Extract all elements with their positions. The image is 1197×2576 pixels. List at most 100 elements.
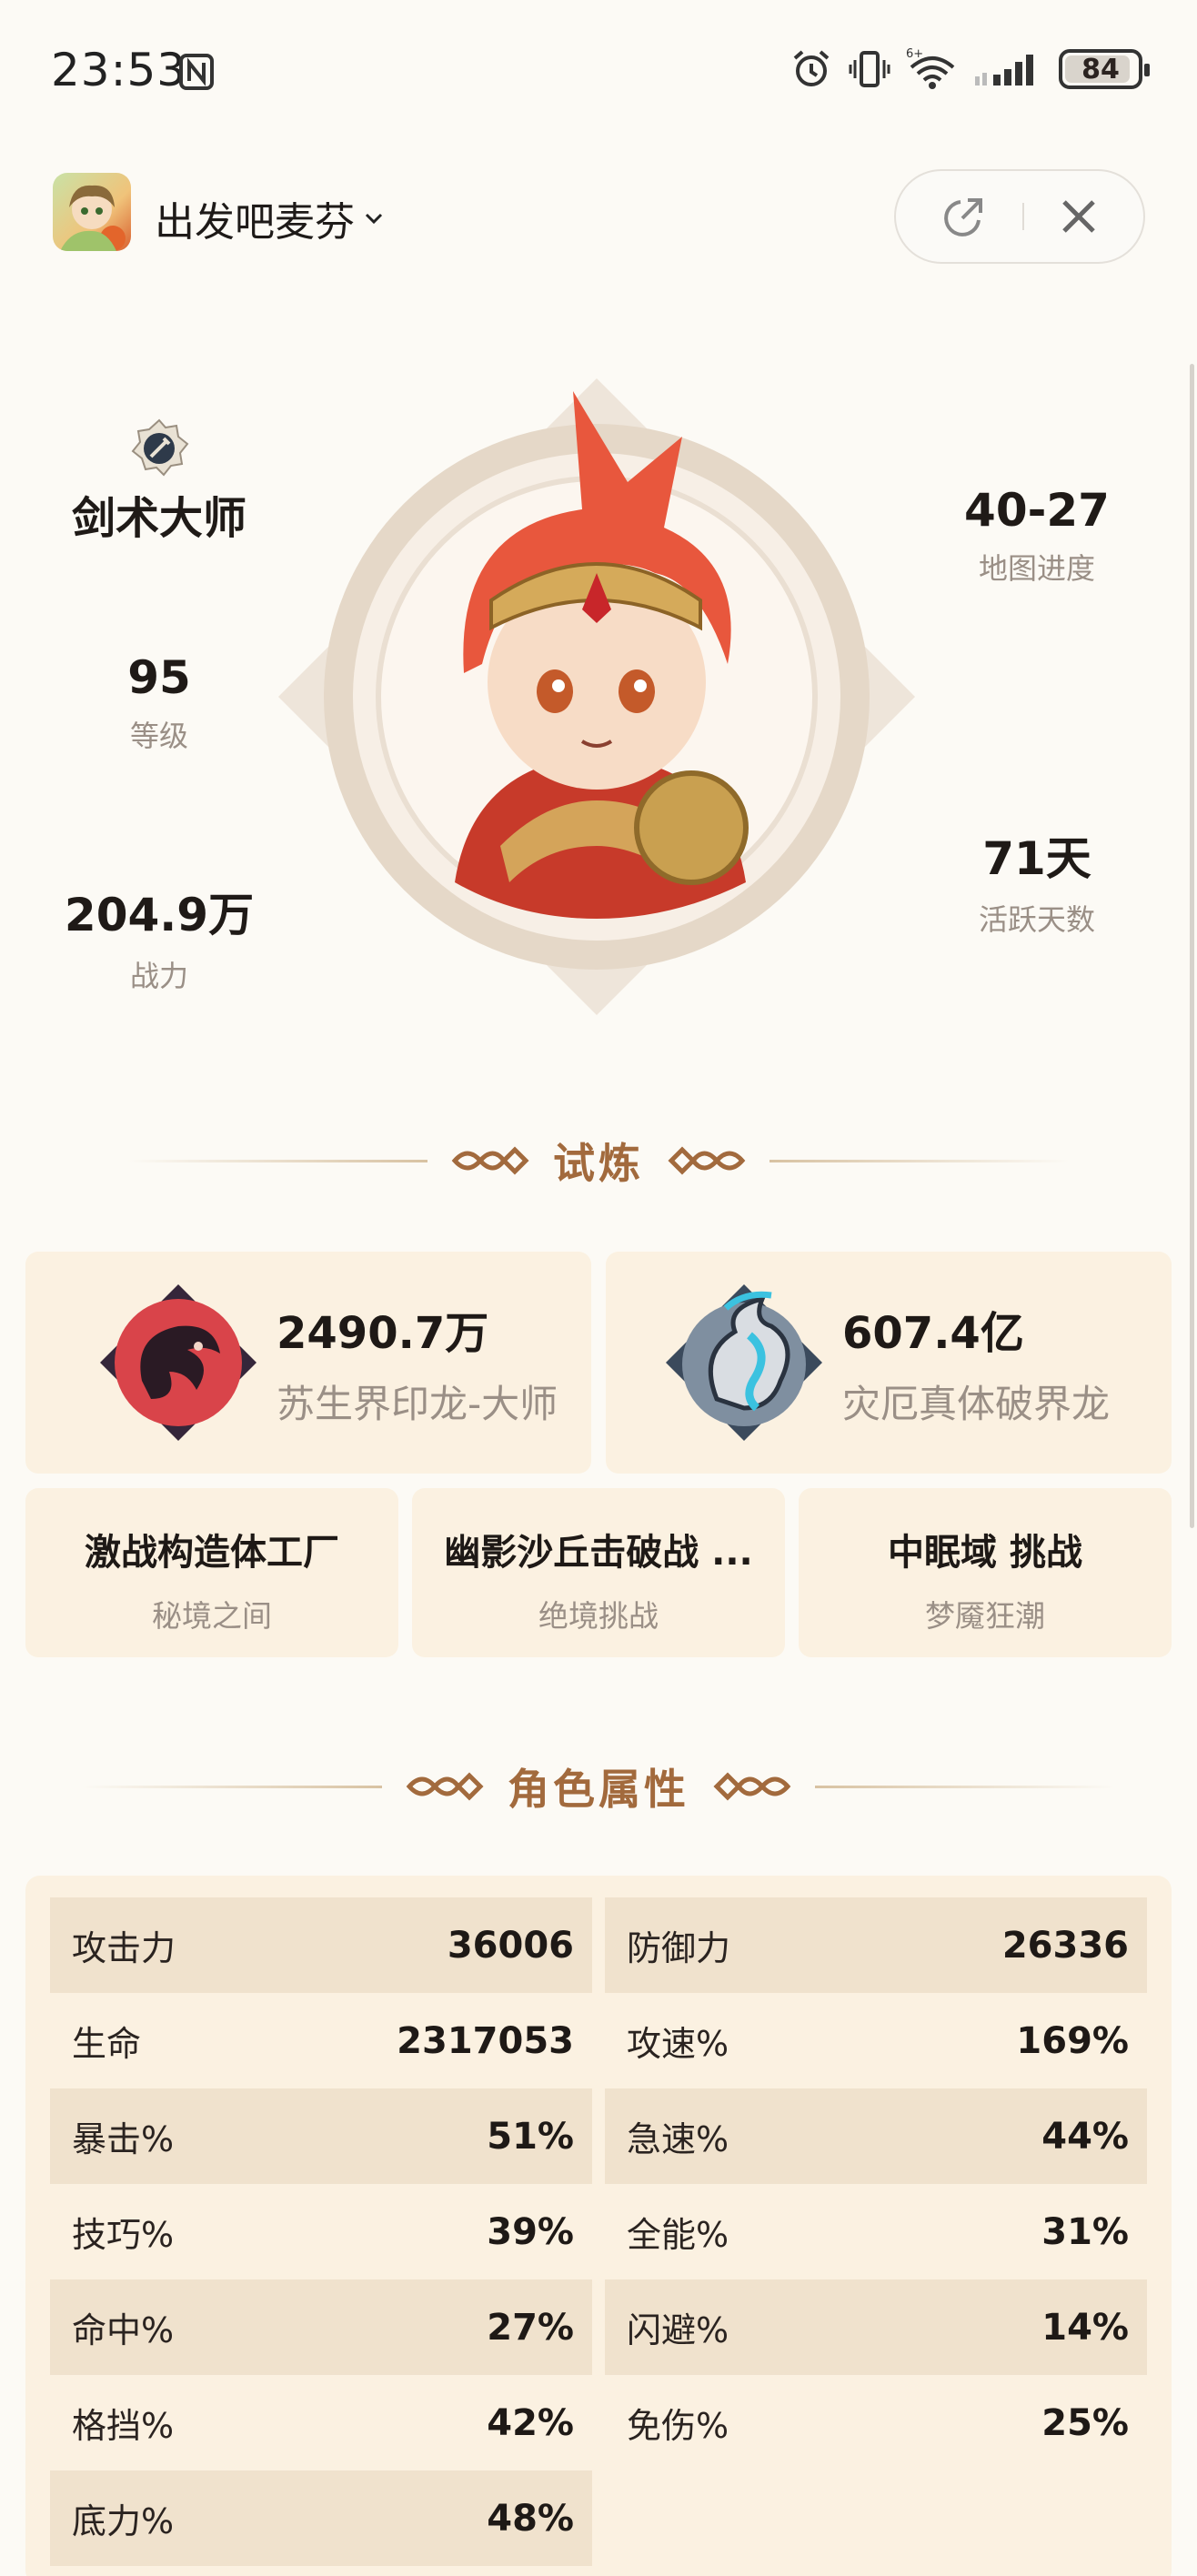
attribute-row: 暴击% 51% <box>50 2088 592 2184</box>
chevron-down-icon <box>365 213 383 225</box>
app-avatar-image <box>60 185 126 251</box>
attribute-name: 底力% <box>72 2501 175 2541</box>
status-icons: 6+ 84 <box>790 44 1150 95</box>
svg-text:6+: 6+ <box>906 47 923 61</box>
app-name: 出发吧麦芬 <box>155 199 355 246</box>
trials-section-header: 试炼 <box>0 1124 1197 1197</box>
attribute-value: 169% <box>1016 2019 1129 2062</box>
battery-icon: 84 <box>1059 49 1150 89</box>
trial-mode-subtitle: 梦魇狂潮 <box>925 1598 1045 1634</box>
trial-mode-subtitle: 秘境之间 <box>152 1598 272 1634</box>
attribute-row: 命中% 27% <box>50 2279 592 2375</box>
level-label: 等级 <box>129 719 188 753</box>
active-days-value: 71天 <box>982 832 1091 885</box>
trials-section-title: 试炼 <box>553 1139 644 1188</box>
attribute-value: 42% <box>487 2401 574 2444</box>
power-label: 战力 <box>129 959 188 993</box>
attribute-row: 技巧% 39% <box>50 2184 592 2279</box>
attribute-value: 14% <box>1041 2306 1129 2349</box>
battery-level: 84 <box>1081 53 1120 86</box>
trial-mode-card[interactable]: 中眠域 挑战 梦魇狂潮 <box>799 1488 1172 1657</box>
attribute-value: 48% <box>487 2497 574 2540</box>
attributes-section-header: 角色属性 <box>0 1750 1197 1823</box>
trial-mode-card[interactable]: 激战构造体工厂 秘境之间 <box>25 1488 398 1657</box>
attribute-row: 免伤% 25% <box>605 2375 1147 2470</box>
attribute-name: 暴击% <box>72 2119 175 2159</box>
divider-line <box>127 1159 428 1162</box>
trial-card-info: 2490.7万 苏生界印龙-大师 <box>277 1297 558 1429</box>
attribute-row: 攻击力 36006 <box>50 1897 592 1993</box>
attribute-name: 格挡% <box>72 2406 175 2446</box>
attribute-name: 免伤% <box>627 2406 729 2446</box>
attribute-row: 生命 2317053 <box>50 1993 592 2088</box>
trial-card[interactable]: 607.4亿 灾厄真体破界龙 <box>606 1252 1172 1474</box>
red-dragon-emblem-icon <box>100 1284 256 1441</box>
alarm-icon <box>793 50 830 86</box>
share-icon[interactable] <box>940 193 988 240</box>
class-title: 剑术大师 <box>71 493 246 544</box>
character-avatar <box>278 378 915 1015</box>
trial-card[interactable]: 2490.7万 苏生界印龙-大师 <box>25 1252 591 1474</box>
level-stat: 95 等级 <box>23 651 296 755</box>
attribute-name: 防御力 <box>627 1928 731 1968</box>
divider-line <box>82 1785 382 1788</box>
nfc-icon <box>179 54 214 90</box>
power-stat: 204.9万 战力 <box>23 879 296 995</box>
active-days-label: 活跃天数 <box>978 902 1095 937</box>
active-days-stat: 71天 活跃天数 <box>900 822 1173 939</box>
map-progress-stat: 40-27 地图进度 <box>900 484 1173 588</box>
status-bar: 23:53 6+ 84 <box>0 0 1197 146</box>
capsule-divider <box>1022 203 1024 230</box>
attribute-name: 生命 <box>72 2024 142 2064</box>
attribute-row: 格挡% 42% <box>50 2375 592 2470</box>
miniprogram-capsule <box>894 169 1145 264</box>
ornament-left-icon <box>451 1146 529 1175</box>
power-value: 204.9万 <box>64 889 255 941</box>
attribute-value: 44% <box>1041 2115 1129 2158</box>
trial-name: 灾厄真体破界龙 <box>842 1381 1111 1426</box>
close-icon[interactable] <box>1059 196 1099 236</box>
vibrate-icon <box>849 51 890 87</box>
app-icon[interactable] <box>53 173 131 251</box>
attribute-name: 攻击力 <box>72 1928 176 1968</box>
attributes-right-column: 防御力 26336 攻速% 169% 急速% 44% 全能% 31% 闪避% 1… <box>605 1897 1147 2470</box>
attribute-row: 全能% 31% <box>605 2184 1147 2279</box>
wifi-6-icon: 6+ <box>906 47 955 89</box>
trial-card-info: 607.4亿 灾厄真体破界龙 <box>842 1297 1110 1429</box>
attribute-name: 急速% <box>627 2119 729 2159</box>
attribute-value: 36006 <box>447 1924 574 1967</box>
attribute-name: 技巧% <box>72 2215 175 2255</box>
map-progress-label: 地图进度 <box>978 551 1095 586</box>
attribute-row: 防御力 26336 <box>605 1897 1147 1993</box>
attribute-row: 闪避% 14% <box>605 2279 1147 2375</box>
attribute-value: 26336 <box>1001 1924 1129 1967</box>
attribute-name: 全能% <box>627 2215 729 2255</box>
trial-mode-card[interactable]: 幽影沙丘击破战 ... 绝境挑战 <box>412 1488 785 1657</box>
trial-mode-title: 中眠域 挑战 <box>888 1532 1082 1574</box>
attribute-row: 攻速% 169% <box>605 1993 1147 2088</box>
signal-icon <box>975 55 1033 86</box>
level-value: 95 <box>127 651 191 704</box>
divider-line <box>770 1159 1070 1162</box>
attribute-value: 39% <box>487 2210 574 2253</box>
trial-mode-title: 幽影沙丘击破战 ... <box>444 1532 753 1574</box>
divider-line <box>815 1785 1115 1788</box>
attribute-row: 底力% 48% <box>50 2470 592 2566</box>
ice-dragon-emblem-icon <box>666 1284 822 1441</box>
attribute-name: 命中% <box>72 2310 175 2350</box>
status-time: 23:53 <box>51 44 187 96</box>
app-name-dropdown[interactable]: 出发吧麦芬 <box>155 189 384 247</box>
ornament-right-icon <box>668 1146 746 1175</box>
trial-name: 苏生界印龙-大师 <box>277 1381 558 1426</box>
trial-value: 2490.7万 <box>277 1307 489 1359</box>
sword-badge-icon <box>131 418 189 477</box>
attribute-value: 31% <box>1041 2210 1129 2253</box>
ornament-left-icon <box>406 1772 484 1801</box>
trial-mode-title: 激战构造体工厂 <box>85 1532 339 1574</box>
attribute-row: 急速% 44% <box>605 2088 1147 2184</box>
ornament-right-icon <box>713 1772 791 1801</box>
map-progress-value: 40-27 <box>964 484 1110 537</box>
scrollbar[interactable] <box>1190 364 1194 1528</box>
trial-mode-subtitle: 绝境挑战 <box>538 1598 659 1634</box>
attributes-left-column: 攻击力 36006 生命 2317053 暴击% 51% 技巧% 39% 命中%… <box>50 1897 592 2566</box>
